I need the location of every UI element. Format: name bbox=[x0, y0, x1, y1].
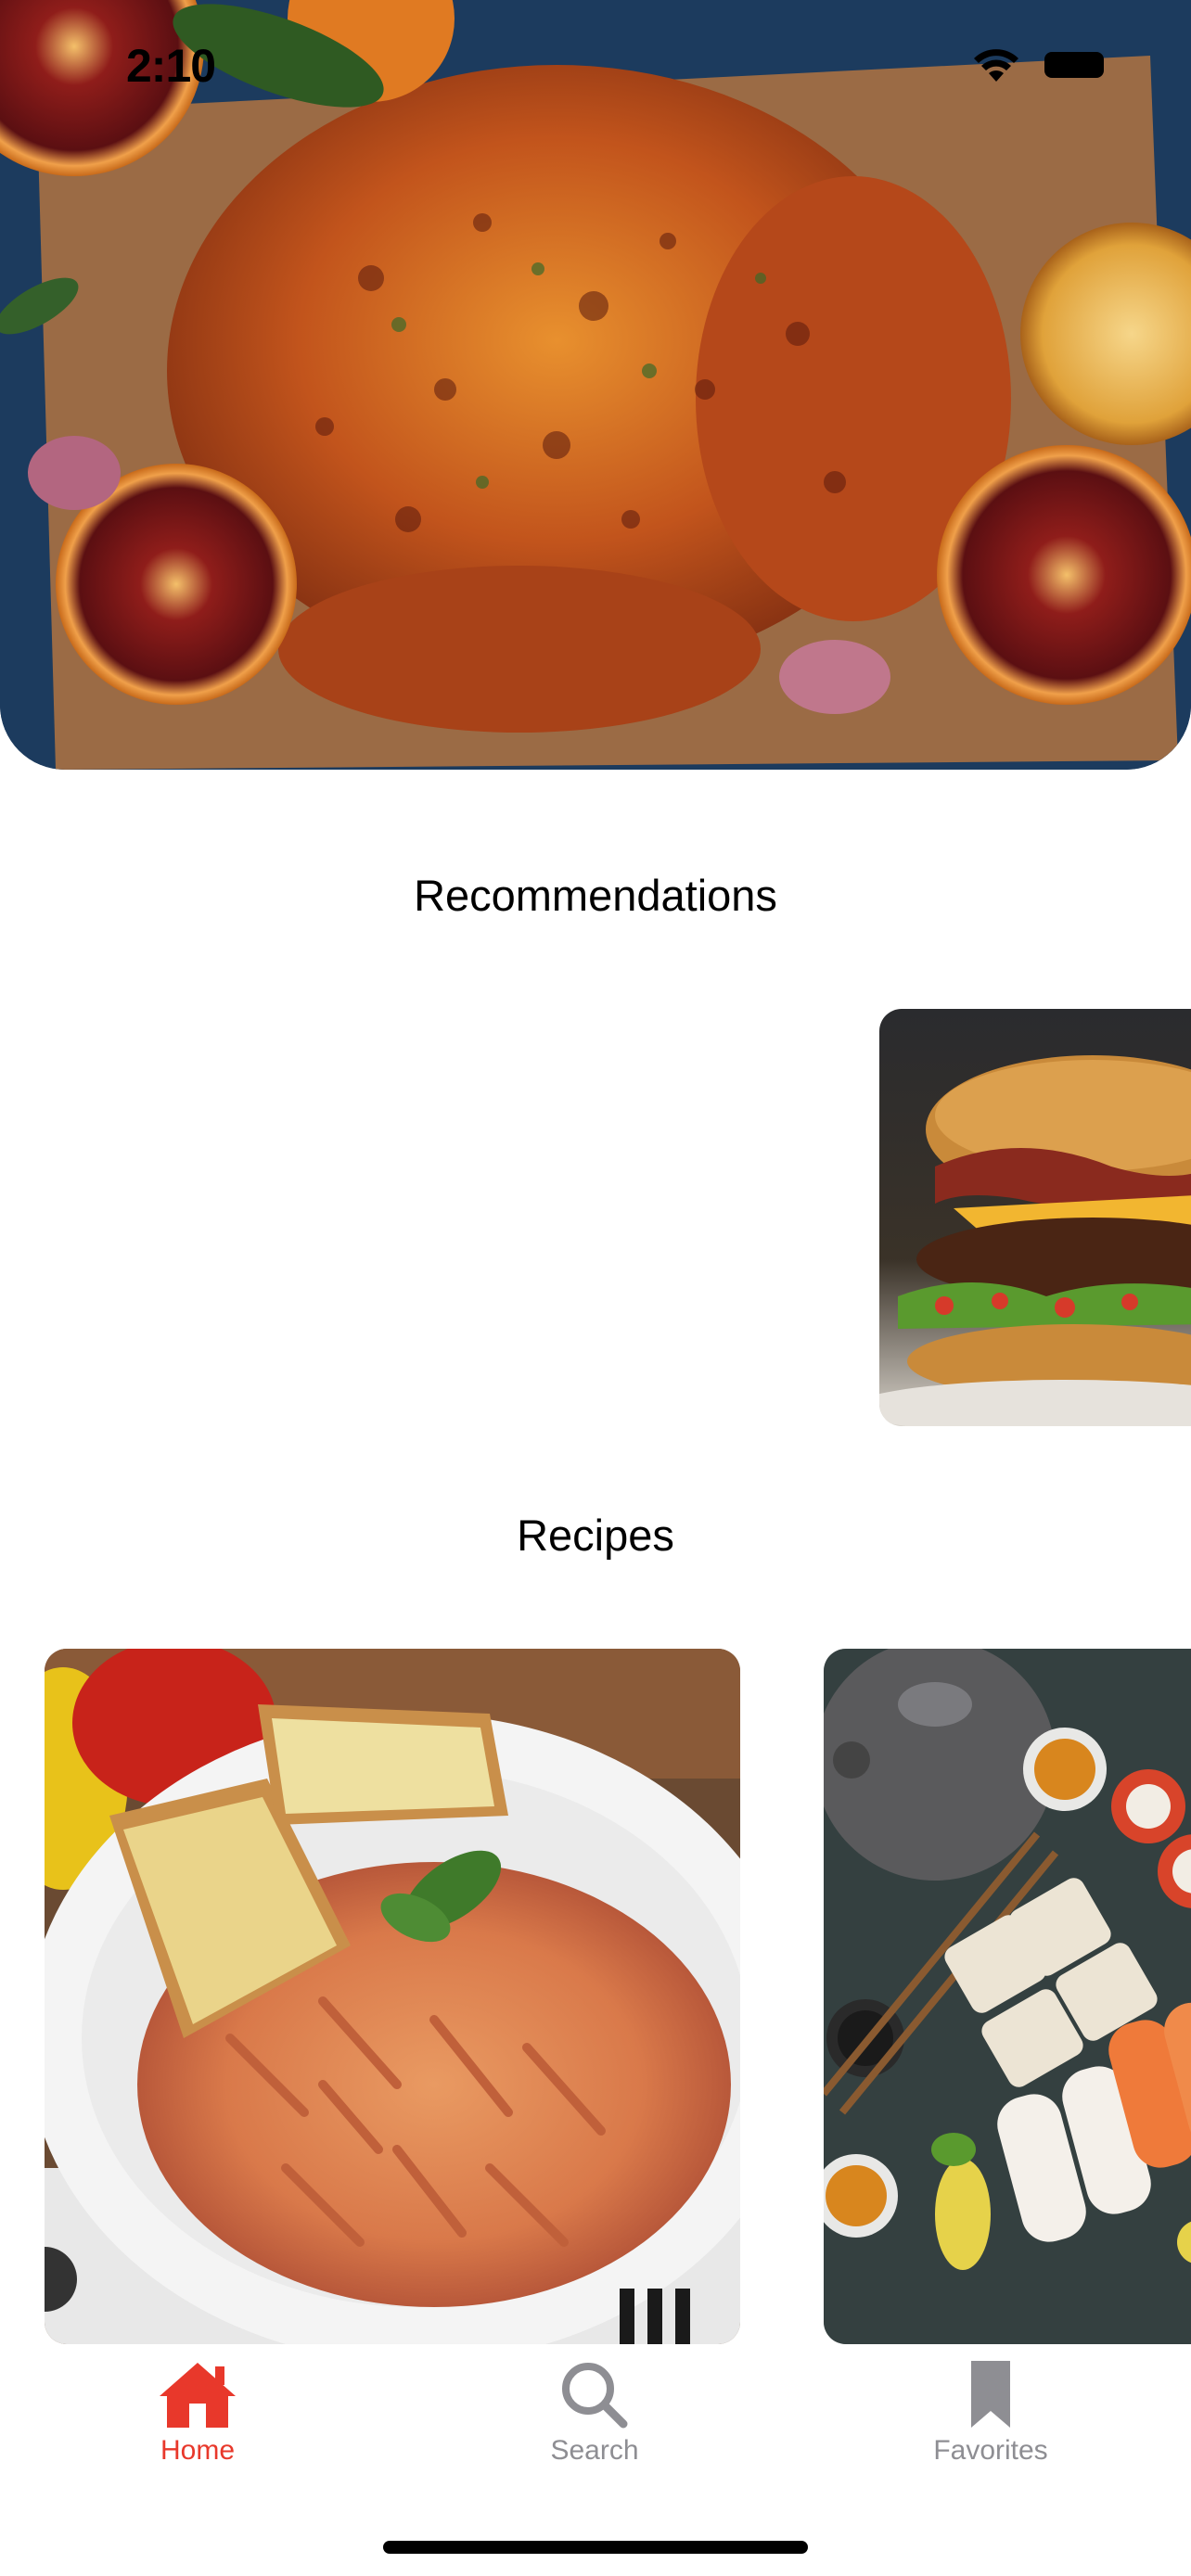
recipes-title: Recipes bbox=[517, 1511, 674, 1560]
status-time: 2:10 bbox=[126, 40, 216, 92]
wifi-icon bbox=[974, 49, 1018, 82]
tab-favorites[interactable]: Favorites bbox=[889, 2359, 1093, 2498]
bookmark-icon bbox=[971, 2361, 1010, 2428]
recipe-card-sushi[interactable] bbox=[824, 1649, 1191, 2344]
recipe-card-pasta[interactable] bbox=[45, 1649, 740, 2344]
home-indicator[interactable] bbox=[383, 2541, 808, 2554]
recommendation-card-burger[interactable] bbox=[879, 1009, 1191, 1426]
tab-search-label: Search bbox=[550, 2435, 639, 2466]
battery-icon bbox=[1044, 52, 1104, 78]
tab-home[interactable]: Home bbox=[96, 2359, 300, 2498]
tab-favorites-label: Favorites bbox=[933, 2435, 1048, 2466]
recommendations-title: Recommendations bbox=[414, 871, 777, 920]
status-bar: 2:10 bbox=[0, 0, 1191, 130]
tab-search[interactable]: Search bbox=[493, 2359, 697, 2498]
home-icon bbox=[160, 2363, 236, 2428]
search-icon bbox=[562, 2363, 628, 2429]
tab-home-label: Home bbox=[160, 2435, 236, 2466]
